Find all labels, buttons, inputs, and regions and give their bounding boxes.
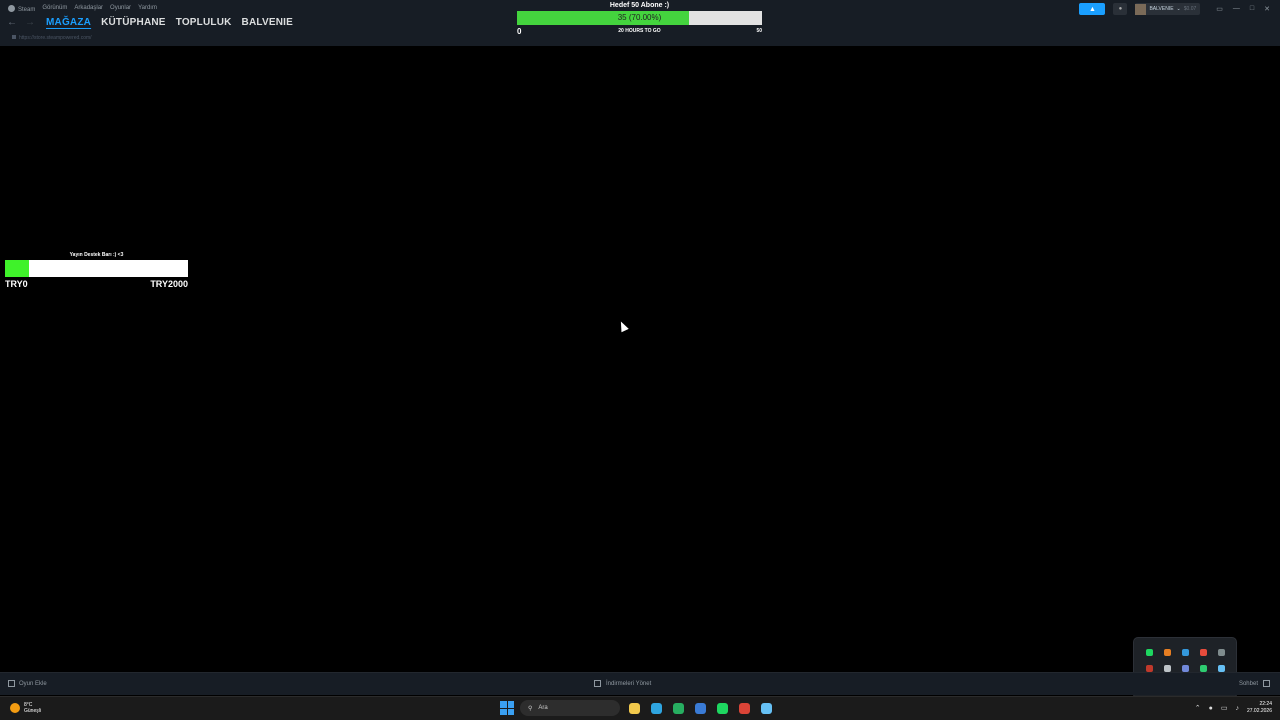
- lock-icon: [12, 35, 16, 39]
- goal-max-label: 50: [756, 28, 762, 34]
- donation-footer: TRY0 TRY2000: [5, 277, 188, 289]
- donation-progress-bar: [5, 260, 188, 277]
- goal-percent-label: 35 (70.00%): [617, 13, 662, 22]
- goal-progress-bar: 35 (70.00%): [517, 11, 762, 25]
- edge-icon[interactable]: [648, 700, 664, 716]
- steam-logo-icon: [8, 5, 15, 12]
- taskbar-center: ⚲ Ara: [500, 700, 774, 716]
- taskbar-search[interactable]: ⚲ Ara: [520, 700, 620, 716]
- clock-date: 27.02.2026: [1246, 708, 1272, 714]
- network-icon[interactable]: ▭: [1221, 704, 1228, 712]
- menu-help[interactable]: Yardım: [138, 5, 157, 13]
- weather-widget[interactable]: 8°C Güneşli: [10, 702, 41, 714]
- minimize-icon[interactable]: —: [1233, 5, 1240, 13]
- app-tray-icon-gray[interactable]: [1212, 644, 1230, 660]
- steam-icon[interactable]: [758, 700, 774, 716]
- chrome-tray-icon[interactable]: [1194, 644, 1212, 660]
- volume-icon[interactable]: ♪: [1235, 705, 1239, 712]
- megaphone-icon: ▲: [1088, 5, 1096, 13]
- url-bar: https://store.steampowered.com/: [12, 35, 92, 41]
- account-balance: $0.07: [1183, 6, 1197, 12]
- nav-community[interactable]: TOPLULUK: [176, 17, 232, 28]
- subscriber-goal-widget: Hedef 50 Abone :) 35 (70.00%) 0 20 HOURS…: [517, 0, 762, 36]
- chevron-up-icon[interactable]: ⌃: [1195, 704, 1201, 712]
- sun-icon: [10, 703, 20, 713]
- chat-icon: [1263, 680, 1270, 687]
- window-controls: ▭ — □ ✕: [1216, 5, 1270, 13]
- menu-games[interactable]: Oyunlar: [110, 5, 131, 13]
- menu-friends[interactable]: Arkadaşlar: [74, 5, 103, 13]
- url-text: https://store.steampowered.com/: [19, 35, 92, 41]
- goal-time-left: 20 HOURS TO GO: [618, 28, 661, 34]
- donation-progress-fill: [5, 260, 29, 277]
- close-icon[interactable]: ✕: [1264, 5, 1270, 13]
- goal-footer: 0 20 HOURS TO GO 50: [517, 25, 762, 36]
- store-icon[interactable]: [692, 700, 708, 716]
- donation-max-label: TRY2000: [150, 279, 188, 289]
- account-name: BALVENIE: [1149, 6, 1174, 12]
- app-tray-icon-orange[interactable]: [1158, 644, 1176, 660]
- steam-footer: Oyun Ekle İndirmeleri Yönet Sohbet: [0, 672, 1280, 695]
- notifications-bell-icon[interactable]: ●: [1113, 3, 1128, 15]
- nav-store[interactable]: MAĞAZA: [46, 17, 91, 28]
- forward-arrow-icon[interactable]: →: [24, 17, 36, 28]
- microphone-icon[interactable]: ●: [1209, 705, 1213, 712]
- nav-library[interactable]: KÜTÜPHANE: [101, 17, 166, 28]
- spotify-tray-icon[interactable]: [1140, 644, 1158, 660]
- header-right: ▲ ● BALVENIE ⌄ $0.07 ▭ — □ ✕: [1079, 3, 1270, 15]
- menu-view[interactable]: Görünüm: [42, 5, 67, 13]
- account-menu[interactable]: BALVENIE ⌄ $0.07: [1135, 3, 1201, 15]
- windows-taskbar: 8°C Güneşli ⚲ Ara ⌃ ● ▭ ♪ 22:24 27.02.20…: [0, 696, 1280, 720]
- system-tray: ⌃ ● ▭ ♪ 22:24 27.02.2026: [1195, 701, 1272, 715]
- donation-title: Yayın Destek Barı :) <3: [69, 252, 124, 258]
- nav-profile[interactable]: BALVENIE: [242, 17, 293, 28]
- steam-header: Steam Görünüm Arkadaşlar Oyunlar Yardım …: [0, 0, 1280, 46]
- nav-row: ← → MAĞAZA KÜTÜPHANE TOPLULUK BALVENIE: [6, 17, 293, 28]
- clock[interactable]: 22:24 27.02.2026: [1247, 701, 1272, 715]
- donation-min-label: TRY0: [5, 279, 28, 289]
- chevron-down-icon: ⌄: [1176, 6, 1181, 12]
- start-button[interactable]: [500, 701, 514, 715]
- steam-menubar: Steam Görünüm Arkadaşlar Oyunlar Yardım: [8, 5, 157, 13]
- big-picture-icon[interactable]: ▭: [1216, 5, 1223, 13]
- search-icon: ⚲: [528, 705, 533, 712]
- add-game-button[interactable]: Oyun Ekle: [8, 680, 47, 687]
- download-icon: [594, 680, 601, 687]
- maximize-icon[interactable]: □: [1250, 5, 1254, 13]
- menu-steam[interactable]: Steam: [8, 5, 35, 13]
- spotify-icon[interactable]: [714, 700, 730, 716]
- chrome-icon[interactable]: [736, 700, 752, 716]
- app-tray-icon-blue[interactable]: [1176, 644, 1194, 660]
- donation-goal-widget: Yayın Destek Barı :) <3 TRY0 TRY2000: [5, 251, 188, 289]
- back-arrow-icon[interactable]: ←: [6, 17, 18, 28]
- file-explorer-icon[interactable]: [626, 700, 642, 716]
- nav-links: MAĞAZA KÜTÜPHANE TOPLULUK BALVENIE: [46, 17, 293, 28]
- broadcast-button[interactable]: ▲: [1079, 3, 1106, 15]
- search-placeholder: Ara: [538, 705, 548, 711]
- mouse-cursor-icon: [617, 319, 629, 333]
- weather-desc: Güneşli: [24, 708, 41, 714]
- manage-downloads-button[interactable]: İndirmeleri Yönet: [594, 680, 651, 687]
- friends-chat-button[interactable]: Sohbet: [1239, 680, 1270, 687]
- plus-box-icon: [8, 680, 15, 687]
- goal-title: Hedef 50 Abone :): [609, 2, 670, 9]
- clock-time: 22:24: [1259, 701, 1272, 707]
- avatar: [1135, 3, 1147, 15]
- xbox-icon[interactable]: [670, 700, 686, 716]
